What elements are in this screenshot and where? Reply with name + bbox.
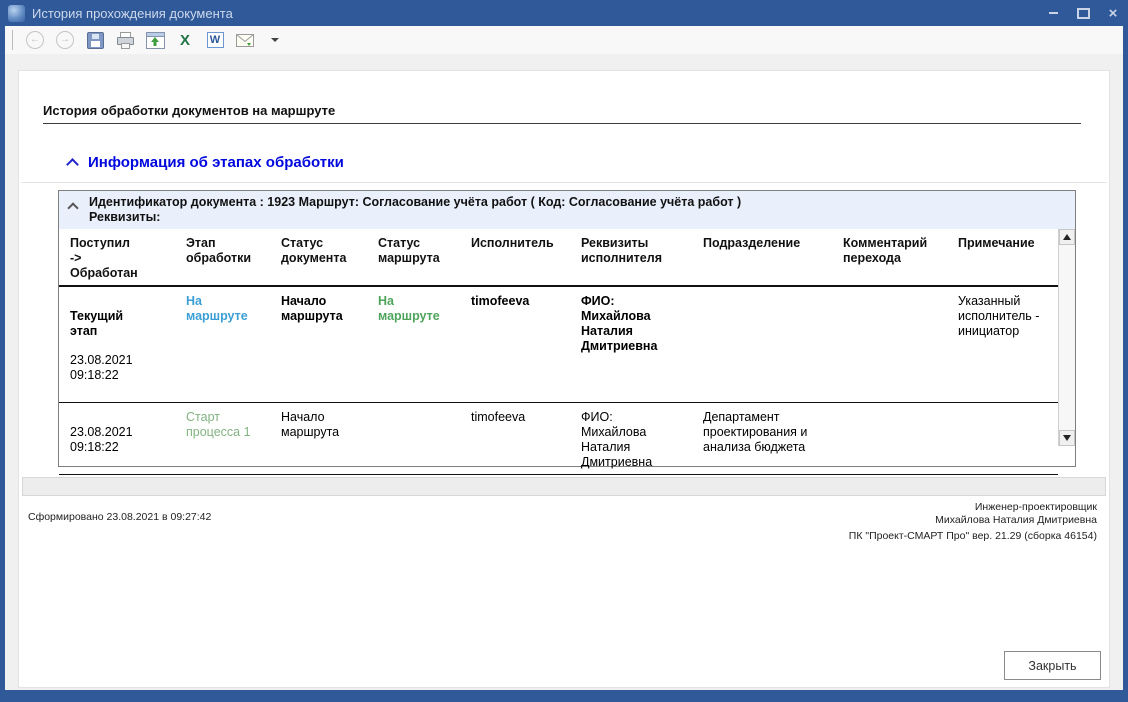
scroll-up-button[interactable] (1059, 229, 1075, 245)
cell-note: Указанный исполнитель - инициатор (947, 286, 1058, 403)
app-icon (8, 5, 25, 22)
forward-icon: → (56, 31, 74, 49)
scroll-up-icon (1063, 234, 1071, 240)
document-group: Идентификатор документа : 1923 Маршрут: … (58, 190, 1076, 467)
history-table-wrap: Поступил -> Обработан Этап обработки Ста… (59, 229, 1075, 446)
group-header-line2: Реквизиты: (89, 210, 1067, 225)
cell-executor-details: ФИО: Михайлова Наталия Дмитриевна (570, 286, 692, 403)
cell-executor: timofeeva (460, 286, 570, 403)
cell-route-status (367, 403, 460, 475)
cell-received-date: 23.08.2021 09:18:22 (70, 353, 167, 383)
vertical-scrollbar[interactable] (1058, 229, 1075, 446)
cell-executor-details: ФИО: Михайлова Наталия Дмитриевна (570, 403, 692, 475)
section-divider (21, 182, 1107, 183)
col-doc-status: Статус документа (270, 229, 367, 286)
col-transition-comment: Комментарий перехода (832, 229, 947, 286)
toolbar-grip (12, 30, 13, 50)
app-window: История прохождения документа × ← → (0, 0, 1128, 702)
maximize-icon (1077, 8, 1090, 19)
word-export-button[interactable]: W (205, 29, 225, 51)
titlebar: История прохождения документа × (0, 0, 1128, 26)
dropdown-arrow-icon (271, 38, 279, 42)
cell-department (692, 286, 832, 403)
cell-received-title: Текущий этап (70, 309, 123, 338)
col-executor-details: Реквизиты исполнителя (570, 229, 692, 286)
cell-doc-status: Начало маршрута (270, 286, 367, 403)
cell-note (947, 403, 1058, 475)
group-header[interactable]: Идентификатор документа : 1923 Маршрут: … (59, 191, 1075, 229)
horizontal-scrollbar[interactable] (22, 477, 1106, 496)
table-row: Текущий этап 23.08.2021 09:18:22 На марш… (59, 286, 1058, 403)
toolbar-more-dropdown[interactable] (265, 29, 285, 51)
cell-doc-status: Начало маршрута (270, 403, 367, 475)
cell-route-status: На маршруте (367, 286, 460, 403)
title-rule (43, 123, 1081, 124)
toolbar: ← → X W (5, 26, 1123, 54)
col-executor: Исполнитель (460, 229, 570, 286)
excel-export-button[interactable]: X (175, 29, 195, 51)
cell-department: Департамент проектирования и анализа бюд… (692, 403, 832, 475)
save-icon (87, 32, 104, 49)
cell-transition-comment (832, 286, 947, 403)
footer-user: Михайлова Наталия Дмитриевна (849, 514, 1097, 527)
close-window-button[interactable]: × (1098, 0, 1128, 26)
table-row: 23.08.2021 09:18:22 Старт процесса 1 Нач… (59, 403, 1058, 475)
send-mail-button[interactable] (235, 29, 255, 51)
generated-timestamp: Сформировано 23.08.2021 в 09:27:42 (28, 511, 211, 523)
maximize-button[interactable] (1068, 0, 1098, 26)
report-footer-right: Инженер-проектировщик Михайлова Наталия … (849, 501, 1097, 543)
group-header-line1: Идентификатор документа : 1923 Маршрут: … (89, 195, 1067, 210)
word-icon: W (207, 32, 224, 48)
col-stage: Этап обработки (175, 229, 270, 286)
cell-received-date: 23.08.2021 09:18:22 (70, 425, 133, 454)
back-icon: ← (26, 31, 44, 49)
minimize-button[interactable] (1038, 0, 1068, 26)
workspace: ← → X W (5, 26, 1123, 690)
report-panel: История обработки документов на маршруте… (18, 70, 1110, 688)
scroll-down-button[interactable] (1059, 430, 1075, 446)
save-button[interactable] (85, 29, 105, 51)
export-icon (146, 32, 165, 49)
close-dialog-button[interactable]: Закрыть (1004, 651, 1101, 680)
window-controls: × (1038, 0, 1128, 26)
group-collapse-icon[interactable] (67, 202, 78, 213)
back-button[interactable]: ← (25, 29, 45, 51)
table-header-row: Поступил -> Обработан Этап обработки Ста… (59, 229, 1058, 286)
mail-icon (236, 34, 254, 47)
col-route-status: Статус маршрута (367, 229, 460, 286)
cell-transition-comment (832, 403, 947, 475)
col-note: Примечание (947, 229, 1058, 286)
cell-stage: Старт процесса 1 (175, 403, 270, 475)
footer-role: Инженер-проектировщик (849, 501, 1097, 514)
minimize-icon (1049, 12, 1058, 14)
excel-icon: X (180, 33, 190, 48)
cell-stage: На маршруте (175, 286, 270, 403)
history-table: Поступил -> Обработан Этап обработки Ста… (59, 229, 1058, 475)
print-icon (117, 32, 134, 48)
scroll-down-icon (1063, 435, 1071, 441)
report-title: История обработки документов на маршруте (43, 103, 335, 118)
close-icon: × (1109, 6, 1118, 21)
footer-app-version: ПК "Проект-СМАРТ Про" вер. 21.29 (сборка… (849, 530, 1097, 543)
section-collapse-icon[interactable] (66, 158, 79, 171)
forward-button[interactable]: → (55, 29, 75, 51)
col-department: Подразделение (692, 229, 832, 286)
cell-executor: timofeeva (460, 403, 570, 475)
print-button[interactable] (115, 29, 135, 51)
window-title: История прохождения документа (32, 6, 233, 21)
col-received: Поступил -> Обработан (59, 229, 175, 286)
section-heading[interactable]: Информация об этапах обработки (88, 154, 344, 171)
export-preview-button[interactable] (145, 29, 165, 51)
